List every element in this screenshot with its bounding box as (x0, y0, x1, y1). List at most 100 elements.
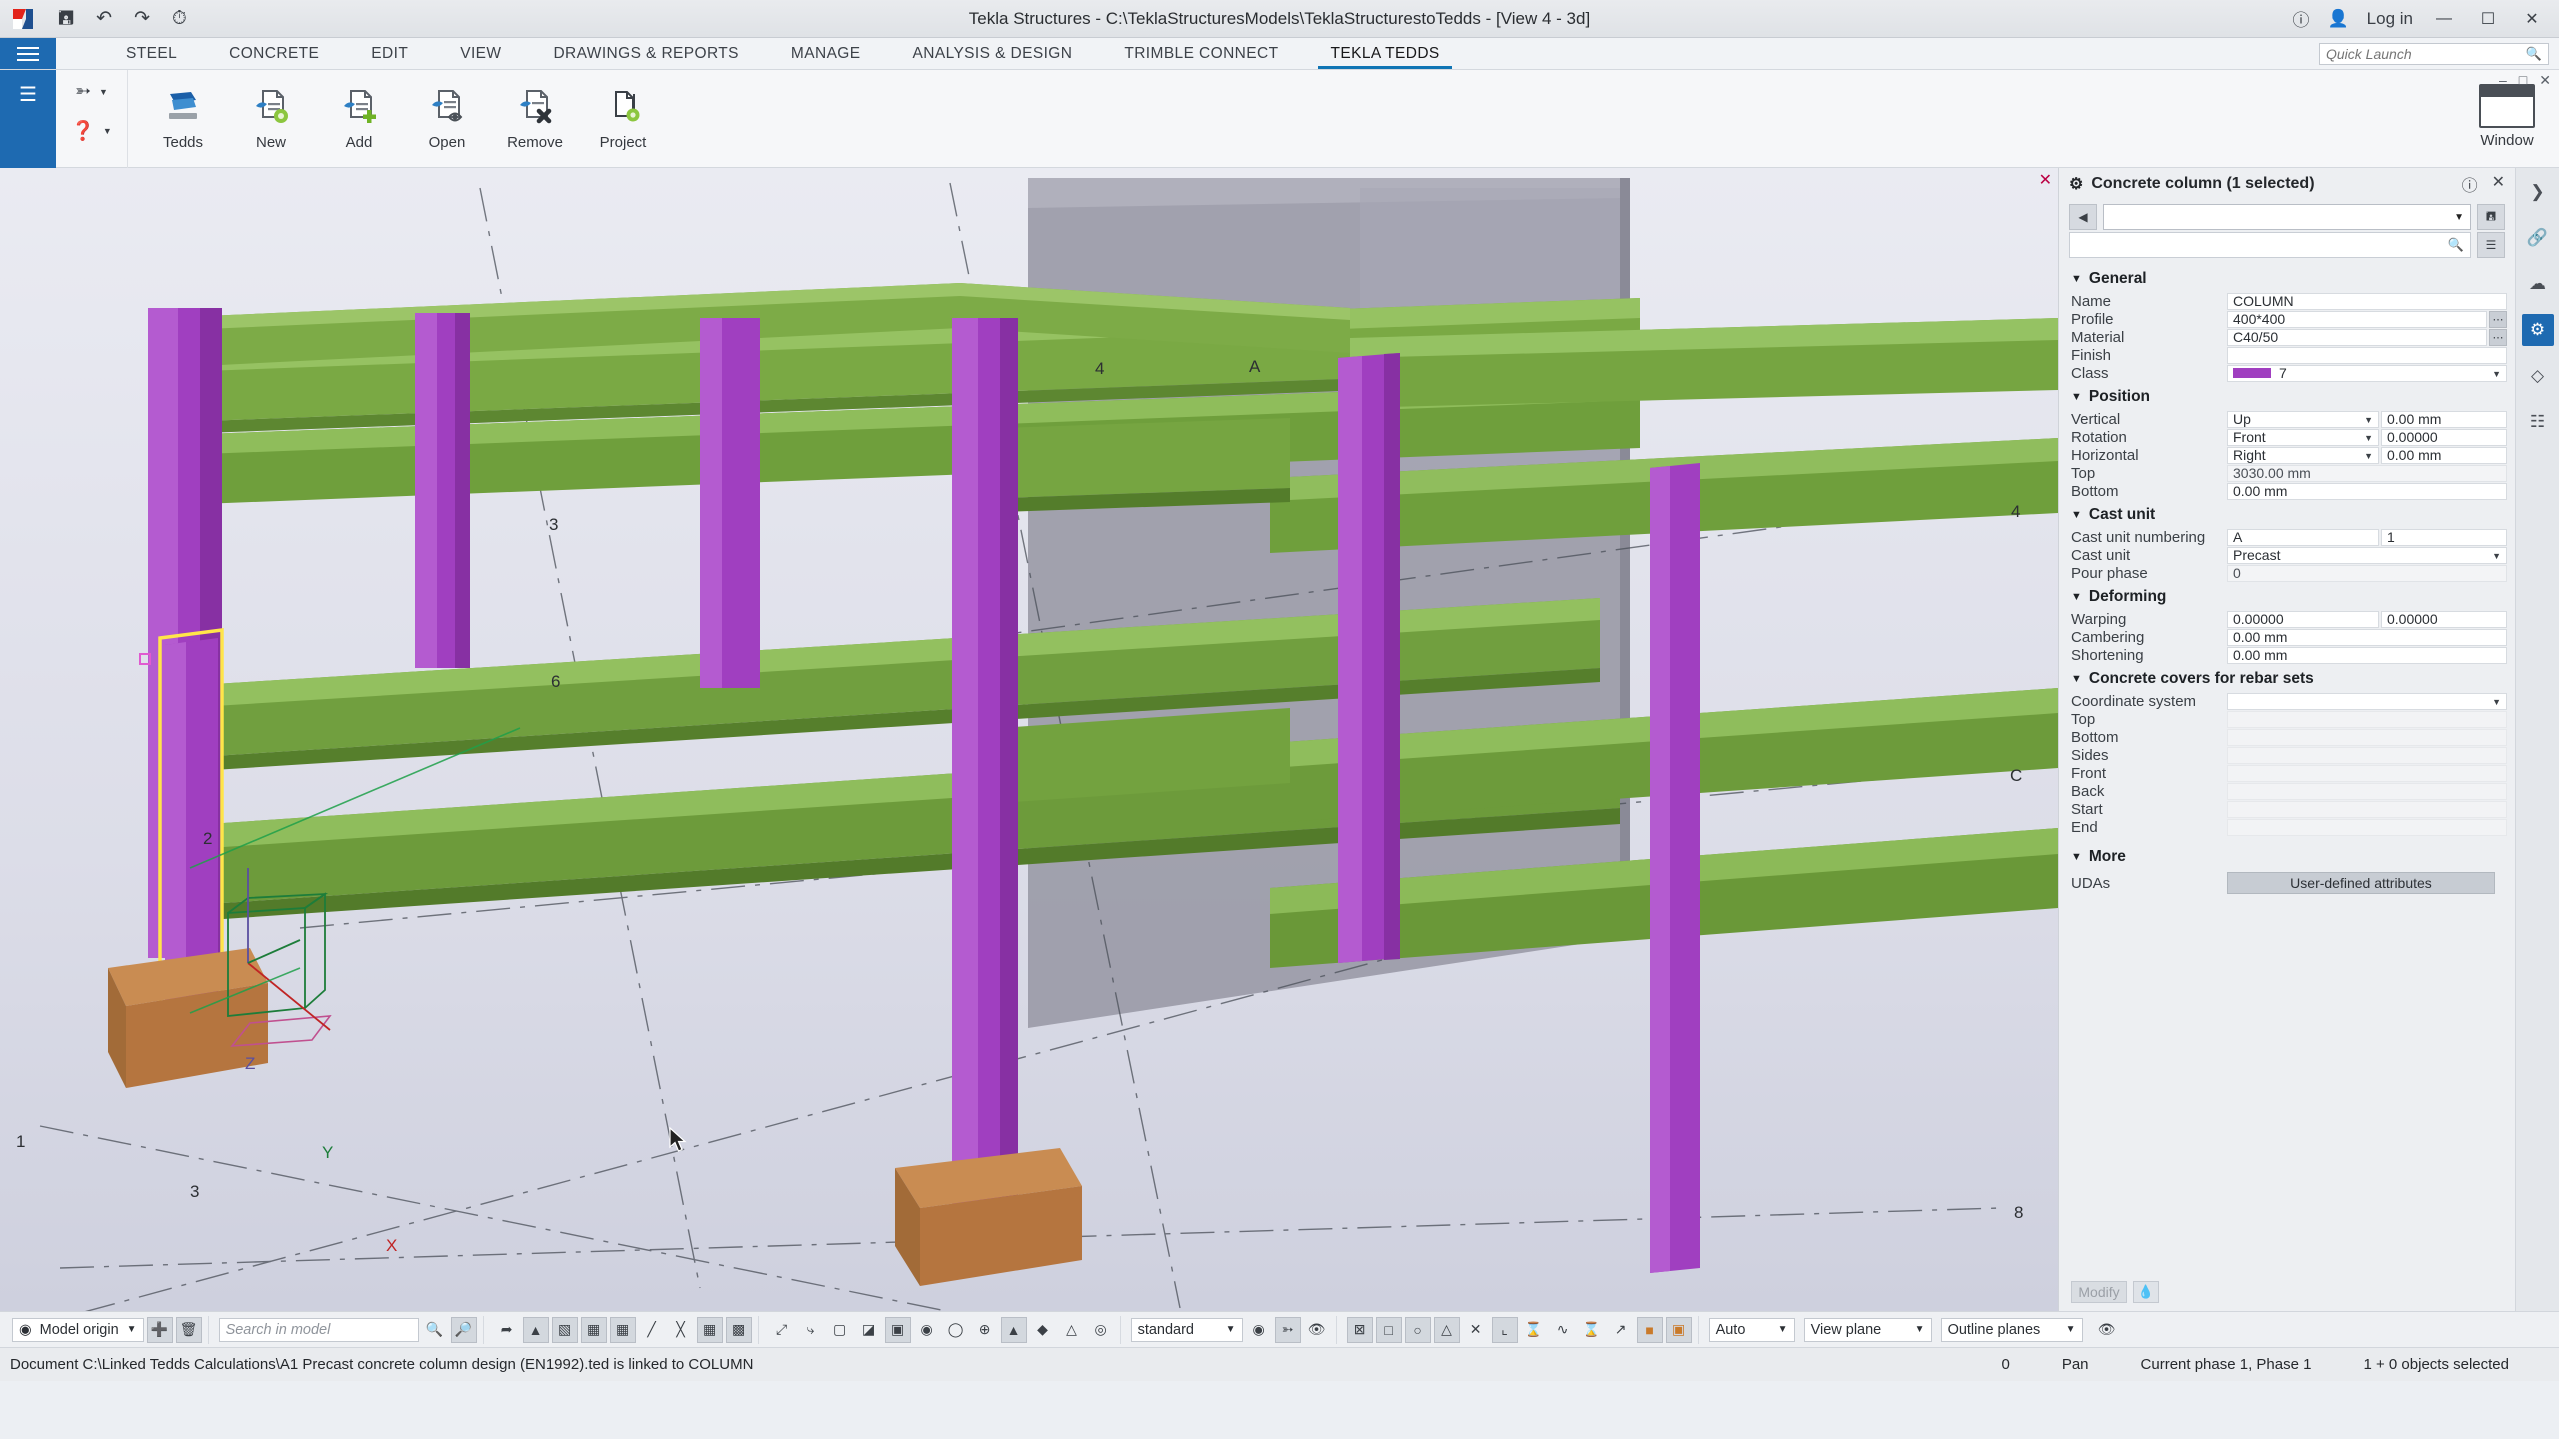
view-close-button[interactable]: ✕ (2539, 72, 2551, 89)
select-component-icon[interactable]: ▲ (522, 1316, 549, 1343)
panel-help-icon[interactable]: ⓘ (2462, 172, 2478, 196)
login-button[interactable]: Log in (2367, 9, 2413, 29)
wire-shade-icon[interactable]: ▣ (1665, 1316, 1692, 1343)
tab-concrete[interactable]: CONCRETE (203, 38, 345, 69)
field-finish[interactable] (2227, 346, 2507, 364)
model-viewport[interactable]: ✕ 4 A 3 4 6 C 2 1 8 Z Y X 3 (0, 168, 2058, 1311)
view-plane-select[interactable]: View plane ▼ (1803, 1317, 1932, 1342)
auto-select[interactable]: Auto ▼ (1708, 1317, 1795, 1342)
circle-icon[interactable]: ○ (1404, 1316, 1431, 1343)
help-icon[interactable]: ⓘ (2293, 6, 2310, 31)
field-bottom[interactable]: 0.00 mm (2227, 482, 2507, 500)
field-cover-end[interactable] (2227, 818, 2507, 836)
new-button[interactable]: New (230, 78, 312, 151)
tab-view[interactable]: VIEW (434, 38, 527, 69)
field-cast-unit-number[interactable]: 1 (2381, 528, 2507, 546)
undo-icon[interactable]: ↶ (96, 9, 112, 28)
field-warping-end[interactable]: 0.00000 (2381, 610, 2507, 628)
snap-mid2-icon[interactable]: △ (1059, 1317, 1085, 1343)
select-surface-icon[interactable]: ╳ (668, 1317, 694, 1343)
menu-lines-icon[interactable]: ☰ (19, 82, 37, 107)
gear-icon[interactable]: ⚙ (2521, 314, 2554, 346)
box-select-icon[interactable]: ⊠ (1346, 1316, 1373, 1343)
maximize-button[interactable]: ☐ (2475, 9, 2501, 29)
select-line-icon[interactable]: ╱ (639, 1317, 665, 1343)
help-cursor-tool[interactable]: ❓ ▼ (71, 119, 112, 143)
snap-ortho-icon[interactable]: ⤢ (769, 1317, 795, 1343)
quick-launch-box[interactable]: 🔍 (2319, 42, 2549, 65)
field-coordinate-system[interactable]: ▼ (2227, 692, 2507, 710)
quick-launch-input[interactable] (2326, 45, 2526, 62)
window-icon[interactable] (2479, 84, 2535, 128)
open-button[interactable]: Open (406, 78, 488, 151)
field-cambering[interactable]: 0.00 mm (2227, 628, 2507, 646)
standard-select[interactable]: standard ▼ (1130, 1317, 1243, 1342)
section-more[interactable]: ▼ More (2059, 836, 2515, 870)
redo-icon[interactable]: ↷ (134, 9, 150, 28)
save-icon[interactable]: 🖪 (58, 9, 74, 28)
search-in-model-input[interactable]: Search in model (218, 1317, 419, 1342)
add-button[interactable]: Add (318, 78, 400, 151)
select-part-icon[interactable]: ▧ (551, 1316, 578, 1343)
link-icon[interactable]: 🔗 (2522, 222, 2554, 254)
snap-point-icon[interactable]: ▲ (1000, 1316, 1027, 1343)
tab-analysis-design[interactable]: ANALYSIS & DESIGN (887, 38, 1099, 69)
material-browse-button[interactable]: ⋯ (2489, 328, 2507, 346)
field-cover-start[interactable] (2227, 800, 2507, 818)
field-vertical-offset[interactable]: 0.00 mm (2381, 410, 2507, 428)
select-objects-icon[interactable]: ▦ (609, 1316, 636, 1343)
advanced-search-icon[interactable]: 🔎 (450, 1316, 477, 1343)
cross-icon[interactable]: ✕ (1463, 1317, 1489, 1343)
section-position[interactable]: ▼ Position (2059, 382, 2515, 410)
history-icon[interactable]: ⏱ (172, 9, 187, 28)
tab-drawings-reports[interactable]: DRAWINGS & REPORTS (527, 38, 764, 69)
tab-manage[interactable]: MANAGE (765, 38, 887, 69)
snap-extension-icon[interactable]: ⤷ (798, 1317, 824, 1343)
arrow-up-right-icon[interactable]: ↗ (1608, 1317, 1634, 1343)
snap-near-icon[interactable]: ⊕ (972, 1317, 998, 1343)
select-cursor-tool[interactable]: ➳ ▼ (75, 80, 108, 103)
tab-tekla-tedds[interactable]: TEKLA TEDDS (1304, 38, 1465, 69)
field-name[interactable]: COLUMN (2227, 292, 2507, 310)
modify-button[interactable]: Modify (2071, 1281, 2127, 1303)
section-cast-unit[interactable]: ▼ Cast unit (2059, 500, 2515, 528)
tab-steel[interactable]: STEEL (100, 38, 203, 69)
field-class[interactable]: 7 ▼ (2227, 364, 2507, 382)
profile-browse-button[interactable]: ⋯ (2489, 310, 2507, 328)
curve-icon[interactable]: ∿ (1550, 1317, 1576, 1343)
field-shortening[interactable]: 0.00 mm (2227, 646, 2507, 664)
angle-icon[interactable]: ⌞ (1491, 1316, 1518, 1343)
chevron-down-icon[interactable]: ▼ (99, 87, 108, 97)
user-icon[interactable]: 👤 (2328, 9, 2349, 29)
field-cover-back[interactable] (2227, 782, 2507, 800)
search-icon[interactable]: 🔍 (422, 1317, 448, 1343)
snap-free-icon[interactable]: ◎ (1088, 1317, 1114, 1343)
outline-planes-select[interactable]: Outline planes ▼ (1940, 1317, 2083, 1342)
cloud-icon[interactable]: ☁ (2522, 268, 2554, 300)
field-rotation-mode[interactable]: Front ▼ (2227, 428, 2379, 446)
field-rotation-angle[interactable]: 0.00000 (2381, 428, 2507, 446)
field-pour-phase[interactable]: 0 (2227, 564, 2507, 582)
snap-perp-icon[interactable]: ▢ (827, 1317, 853, 1343)
chevron-right-icon[interactable]: ❯ (2522, 176, 2554, 208)
select-all-icon[interactable]: ➦ (494, 1317, 520, 1343)
field-vertical-mode[interactable]: Up ▼ (2227, 410, 2379, 428)
minimize-button[interactable]: — (2431, 10, 2457, 28)
snap-intersection-icon[interactable]: ◯ (943, 1317, 969, 1343)
property-search-input[interactable]: 🔍 (2069, 232, 2471, 258)
hourglass-icon[interactable]: ⌛ (1579, 1317, 1605, 1343)
plus-icon[interactable]: ➕ (146, 1316, 173, 1343)
back-arrow-icon[interactable]: ◀ (2069, 204, 2097, 230)
model-origin-select[interactable]: ◉ Model origin ▼ (12, 1317, 144, 1342)
field-profile[interactable]: 400*400 (2227, 310, 2487, 328)
view-minimize-button[interactable]: – (2499, 72, 2507, 89)
select-view-icon[interactable]: ▩ (725, 1316, 752, 1343)
app-menu-button[interactable] (0, 38, 56, 69)
measure-icon[interactable]: ⌛ (1521, 1317, 1547, 1343)
field-warping-start[interactable]: 0.00000 (2227, 610, 2379, 628)
section-deforming[interactable]: ▼ Deforming (2059, 582, 2515, 610)
field-cover-top[interactable] (2227, 710, 2507, 728)
tedds-button[interactable]: Tedds (142, 78, 224, 151)
field-cover-front[interactable] (2227, 764, 2507, 782)
field-material[interactable]: C40/50 (2227, 328, 2487, 346)
